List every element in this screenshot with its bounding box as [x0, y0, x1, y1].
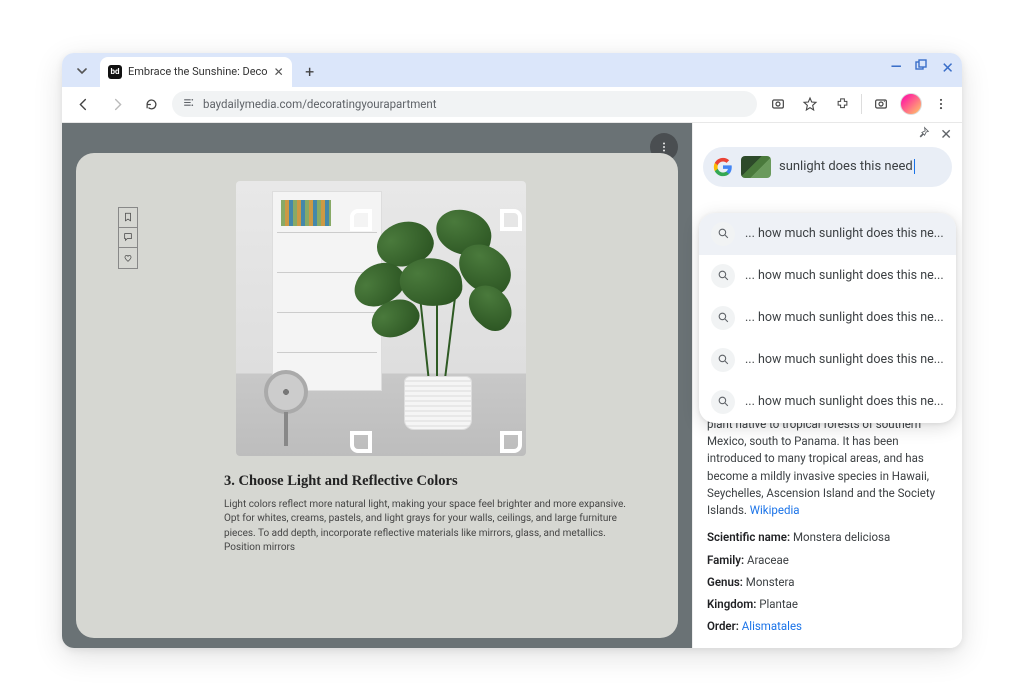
url-text: baydailymedia.com/decoratingyourapartmen…	[203, 97, 437, 111]
search-input-text[interactable]: sunlight does this need	[779, 159, 915, 174]
search-icon	[711, 222, 735, 246]
suggestion-text: ... how much sunlight does this ne...	[745, 352, 944, 367]
article-hero-image	[236, 181, 526, 456]
browser-tab[interactable]: bd Embrace the Sunshine: Deco ✕	[100, 57, 292, 87]
suggestion-item[interactable]: ... how much sunlight does this ne...	[699, 213, 956, 255]
reload-button[interactable]	[138, 91, 164, 117]
search-icon	[711, 390, 735, 414]
tab-search-dropdown[interactable]	[70, 59, 94, 83]
maximize-icon[interactable]	[915, 59, 927, 77]
toolbar: baydailymedia.com/decoratingyourapartmen…	[62, 87, 962, 123]
suggestion-text: ... how much sunlight does this ne...	[745, 394, 944, 409]
order-link[interactable]: Alismatales	[742, 619, 802, 633]
search-icon	[711, 348, 735, 372]
wikipedia-link[interactable]: Wikipedia	[750, 503, 800, 517]
lens-selection-overlay[interactable]	[352, 211, 520, 451]
suggestion-item[interactable]: ... how much sunlight does this ne...	[699, 297, 956, 339]
taxonomy-row: Order: Alismatales	[707, 618, 948, 635]
minimize-icon[interactable]: —	[891, 59, 902, 77]
suggestion-item[interactable]: ... how much sunlight does this ne...	[699, 339, 956, 381]
search-icon	[711, 306, 735, 330]
extensions-button[interactable]	[829, 91, 855, 117]
close-panel-icon[interactable]: ✕	[940, 127, 952, 143]
lens-side-panel: ✕ sunlight does this need ... how much s…	[692, 123, 962, 648]
toolbar-divider	[861, 94, 862, 114]
taxonomy-row: Family: Araceae	[707, 552, 948, 569]
site-settings-icon[interactable]	[182, 96, 195, 112]
browser-window: bd Embrace the Sunshine: Deco ✕ + — ✕ b	[62, 53, 962, 648]
suggestion-item[interactable]: ... how much sunlight does this ne...	[699, 381, 956, 423]
taxonomy-row: Scientific name: Monstera deliciosa	[707, 529, 948, 546]
forward-button[interactable]	[104, 91, 130, 117]
heart-icon[interactable]	[119, 248, 137, 268]
search-suggestions: ... how much sunlight does this ne... ..…	[699, 213, 956, 423]
tab-favicon: bd	[108, 65, 122, 79]
side-panel-lens-button[interactable]	[868, 91, 894, 117]
back-button[interactable]	[70, 91, 96, 117]
article-side-actions	[118, 207, 138, 269]
suggestion-text: ... how much sunlight does this ne...	[745, 268, 944, 283]
article-body: Light colors reflect more natural light,…	[224, 498, 638, 556]
google-logo-icon	[713, 157, 733, 177]
article-card: 3. Choose Light and Reflective Colors Li…	[76, 153, 678, 638]
address-bar[interactable]: baydailymedia.com/decoratingyourapartmen…	[172, 91, 757, 117]
lens-button[interactable]	[765, 91, 791, 117]
taxonomy-row: Kingdom: Plantae	[707, 596, 948, 613]
tab-strip: bd Embrace the Sunshine: Deco ✕ + — ✕	[62, 53, 962, 87]
taxonomy-row: Genus: Monstera	[707, 574, 948, 591]
suggestion-text: ... how much sunlight does this ne...	[745, 310, 944, 325]
knowledge-panel: leaf philodendron is a species of flower…	[693, 387, 962, 641]
search-thumbnail	[741, 156, 771, 178]
bookmark-icon[interactable]	[119, 208, 137, 228]
chrome-menu-button[interactable]	[928, 91, 954, 117]
search-icon	[711, 264, 735, 288]
page-content: 3. Choose Light and Reflective Colors Li…	[62, 123, 692, 648]
suggestion-item[interactable]: ... how much sunlight does this ne...	[699, 255, 956, 297]
close-window-icon[interactable]: ✕	[941, 59, 954, 77]
tab-title: Embrace the Sunshine: Deco	[128, 65, 268, 78]
suggestion-text: ... how much sunlight does this ne...	[745, 226, 944, 241]
bookmark-button[interactable]	[797, 91, 823, 117]
comment-icon[interactable]	[119, 228, 137, 248]
new-tab-button[interactable]: +	[298, 60, 322, 84]
lens-search-box[interactable]: sunlight does this need	[703, 147, 952, 187]
pin-panel-icon[interactable]	[917, 126, 930, 143]
window-controls: — ✕	[891, 59, 954, 77]
article-heading: 3. Choose Light and Reflective Colors	[224, 473, 638, 490]
tab-close-icon[interactable]: ✕	[274, 65, 284, 79]
profile-avatar[interactable]	[900, 93, 922, 115]
